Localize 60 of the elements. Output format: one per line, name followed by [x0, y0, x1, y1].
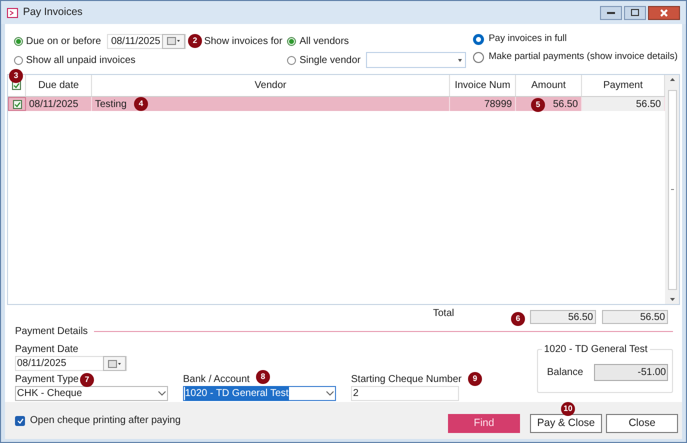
section-title: Payment Details [15, 324, 88, 338]
table-cell: 56.50 [582, 97, 665, 111]
radio-button[interactable] [14, 36, 23, 46]
radio-label[interactable]: Make partial payments (show invoice details) [488, 50, 678, 64]
field-label: Bank / Account [183, 373, 250, 386]
dropdown-icon [458, 58, 462, 62]
maximize-icon [631, 9, 639, 16]
total-payment: 56.50 [602, 310, 668, 324]
column-header[interactable]: Due date [26, 75, 92, 96]
radio-button[interactable] [472, 52, 484, 62]
checkmark-icon [16, 418, 24, 424]
balance-label: Balance [547, 366, 584, 380]
checkbox[interactable] [15, 416, 25, 426]
close-window-button[interactable] [648, 6, 680, 20]
minimize-button[interactable] [600, 6, 622, 20]
field-label: Payment Date [15, 343, 78, 356]
minimize-icon [607, 12, 615, 14]
scroll-up-icon [670, 78, 674, 81]
field-label: Starting Cheque Number [351, 373, 462, 386]
calendar-button[interactable] [103, 356, 126, 371]
bank-account-dropdown[interactable]: 1020 - TD General Test [183, 386, 336, 401]
field-label: Payment Type [15, 373, 79, 386]
radio-label[interactable]: Due on or before [26, 34, 102, 48]
balance-value: -51.00 [594, 364, 668, 381]
calendar-icon [167, 37, 180, 45]
scrollbar[interactable] [665, 75, 679, 304]
radio-label[interactable]: Pay invoices in full [488, 32, 567, 46]
calendar-button[interactable] [162, 34, 186, 48]
close-icon [660, 8, 668, 16]
maximize-button[interactable] [624, 6, 646, 20]
radio-label[interactable]: Single vendor [299, 52, 361, 68]
dialog-button[interactable]: Close [606, 414, 678, 433]
scroll-down-icon [670, 298, 674, 301]
table-cell: 78999 [450, 97, 516, 111]
radio-button[interactable] [287, 56, 296, 64]
table-cell: 08/11/2025 [26, 97, 92, 111]
date-field[interactable]: 08/11/2025 [107, 34, 186, 48]
checkbox-label[interactable]: Open cheque printing after paying [30, 413, 181, 428]
payment-date-field[interactable]: 08/11/2025 [15, 356, 127, 371]
total-amount: 56.50 [530, 310, 596, 324]
column-header[interactable]: Invoice Num [450, 75, 516, 96]
column-header[interactable]: Vendor [92, 75, 450, 96]
row-checkbox[interactable] [12, 100, 22, 108]
radio-button[interactable] [14, 56, 23, 64]
show-for-label: Show invoices for [204, 35, 282, 48]
payment-type-dropdown[interactable]: CHK - Cheque [15, 386, 168, 401]
cheque-number-field[interactable]: 2 [351, 386, 459, 401]
window-title: Pay Invoices [23, 4, 83, 20]
find-button[interactable]: Find [448, 414, 520, 433]
radio-button[interactable] [472, 34, 484, 44]
chevron-down-icon [326, 391, 334, 396]
calendar-icon [108, 360, 121, 368]
dialog-button[interactable]: Pay & Close [530, 414, 602, 433]
radio-label[interactable]: Show all unpaid invoices [26, 52, 136, 68]
radio-label[interactable]: All vendors [299, 34, 349, 48]
radio-button[interactable] [287, 36, 296, 46]
app-icon [7, 8, 18, 18]
chevron-down-icon [158, 391, 166, 396]
column-header[interactable]: Amount [516, 75, 582, 96]
total-label: Total [433, 307, 454, 321]
